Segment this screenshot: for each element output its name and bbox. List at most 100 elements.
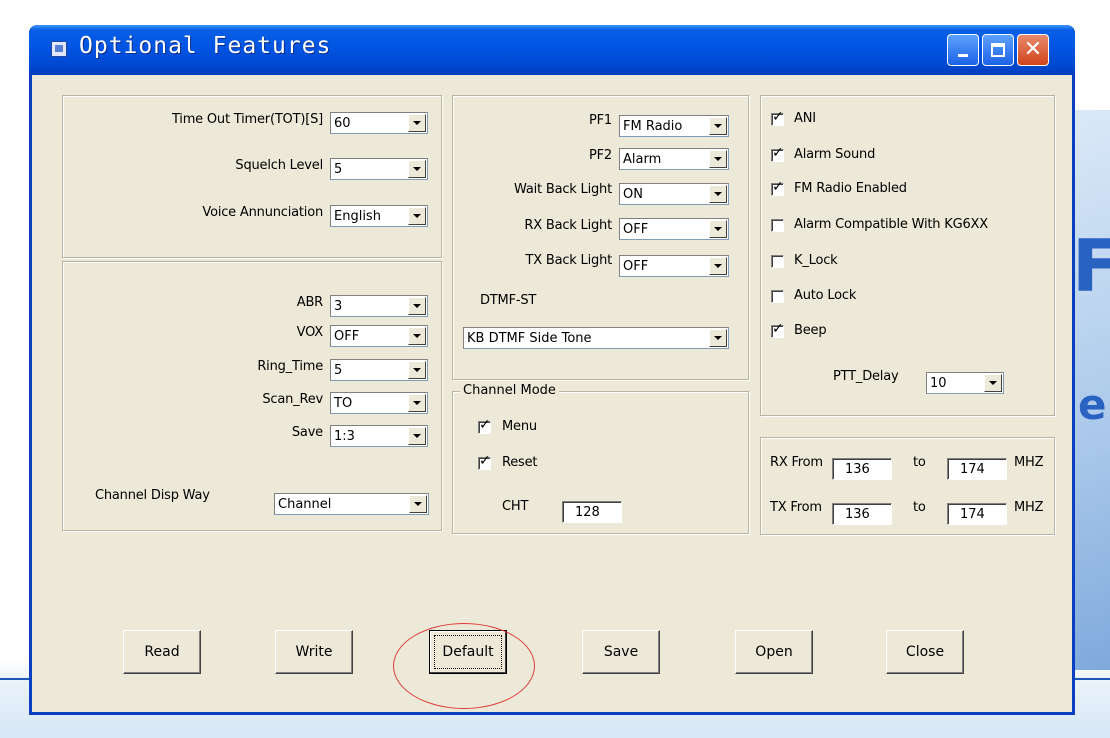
wait-backlight-select-value: ON bbox=[623, 187, 643, 202]
rx-to-input[interactable]: 174 bbox=[947, 458, 1007, 480]
menu-checkbox-label: Menu bbox=[502, 419, 537, 434]
write-button[interactable]: Write bbox=[275, 630, 353, 674]
abr-select[interactable]: 3 bbox=[330, 295, 428, 317]
cht-input-value: 128 bbox=[575, 505, 600, 520]
minimize-button[interactable] bbox=[947, 34, 979, 66]
tx-to-input[interactable]: 174 bbox=[947, 503, 1007, 525]
reset-checkbox[interactable] bbox=[478, 453, 491, 470]
maximize-icon bbox=[991, 43, 1005, 57]
save-mode-select[interactable]: 1:3 bbox=[330, 425, 428, 447]
tx-backlight-label: TX Back Light bbox=[525, 253, 612, 268]
chevron-down-icon[interactable] bbox=[709, 150, 727, 168]
maximize-button[interactable] bbox=[982, 34, 1014, 66]
window-title: Optional Features bbox=[79, 33, 332, 59]
rx-from-label: RX From bbox=[770, 455, 823, 470]
auto-lock-checkbox[interactable] bbox=[771, 290, 784, 303]
voice-select[interactable]: English bbox=[330, 205, 428, 227]
rx-backlight-label: RX Back Light bbox=[524, 218, 612, 233]
alarm-sound-checkbox[interactable] bbox=[771, 145, 784, 162]
fm-radio-enabled-checkbox[interactable] bbox=[771, 179, 784, 196]
squelch-label: Squelch Level bbox=[235, 158, 323, 173]
tx-backlight-select[interactable]: OFF bbox=[619, 255, 729, 277]
chevron-down-icon[interactable] bbox=[408, 394, 426, 412]
ptt-delay-select[interactable]: 10 bbox=[926, 372, 1004, 394]
pf2-label: PF2 bbox=[589, 148, 612, 163]
ptt-delay-label: PTT_Delay bbox=[833, 369, 899, 384]
title-bar[interactable]: Optional Features ✕ bbox=[29, 25, 1075, 75]
chevron-down-icon[interactable] bbox=[709, 220, 727, 238]
dtmf-st-select[interactable]: KB DTMF Side Tone bbox=[463, 327, 729, 349]
frequency-range-panel bbox=[760, 437, 1055, 535]
tot-select[interactable]: 60 bbox=[330, 112, 428, 134]
rx-to-label: to bbox=[913, 455, 926, 470]
tx-from-input-value: 136 bbox=[845, 507, 870, 522]
save-button[interactable]: Save bbox=[582, 630, 660, 674]
pf1-select-value: FM Radio bbox=[623, 119, 683, 134]
chevron-down-icon[interactable] bbox=[409, 495, 427, 513]
rx-backlight-select-value: OFF bbox=[623, 222, 649, 237]
rx-backlight-select[interactable]: OFF bbox=[619, 218, 729, 240]
tx-from-input[interactable]: 136 bbox=[832, 503, 892, 525]
rx-unit-label: MHZ bbox=[1014, 455, 1044, 470]
menu-checkbox[interactable] bbox=[478, 417, 491, 434]
close-window-button[interactable]: ✕ bbox=[1017, 34, 1049, 66]
chevron-down-icon[interactable] bbox=[709, 329, 727, 347]
reset-checkbox-label: Reset bbox=[502, 455, 538, 470]
alarm-compatible-checkbox-label: Alarm Compatible With KG6XX bbox=[794, 217, 988, 232]
ani-checkbox-label: ANI bbox=[794, 111, 816, 126]
k-lock-checkbox-label: K_Lock bbox=[794, 253, 838, 268]
beep-checkbox-label: Beep bbox=[794, 323, 827, 338]
ani-checkbox[interactable] bbox=[771, 109, 784, 126]
tx-backlight-select-value: OFF bbox=[623, 259, 649, 274]
ptt-delay-select-value: 10 bbox=[930, 376, 947, 391]
tx-from-label: TX From bbox=[770, 500, 822, 515]
voice-label: Voice Annunciation bbox=[202, 205, 323, 220]
abr-select-value: 3 bbox=[334, 299, 343, 314]
chevron-down-icon[interactable] bbox=[408, 160, 426, 178]
chevron-down-icon[interactable] bbox=[408, 207, 426, 225]
chevron-down-icon[interactable] bbox=[709, 117, 727, 135]
pf2-select-value: Alarm bbox=[623, 152, 662, 167]
close-icon: ✕ bbox=[1023, 37, 1043, 62]
rx-from-input[interactable]: 136 bbox=[832, 458, 892, 480]
ring-time-select-value: 5 bbox=[334, 363, 343, 378]
squelch-select[interactable]: 5 bbox=[330, 158, 428, 180]
chevron-down-icon[interactable] bbox=[709, 185, 727, 203]
tot-label: Time Out Timer(TOT)[S] bbox=[171, 112, 323, 127]
tx-unit-label: MHZ bbox=[1014, 500, 1044, 515]
ring-time-select[interactable]: 5 bbox=[330, 359, 428, 381]
optional-features-window: Optional Features ✕ Time Out Timer(TOT)[… bbox=[29, 25, 1075, 715]
k-lock-checkbox[interactable] bbox=[771, 255, 784, 268]
vox-select[interactable]: OFF bbox=[330, 325, 428, 347]
channel-disp-select-value: Channel bbox=[278, 497, 332, 512]
pf1-select[interactable]: FM Radio bbox=[619, 115, 729, 137]
open-button[interactable]: Open bbox=[735, 630, 813, 674]
vox-label: VOX bbox=[296, 325, 324, 340]
window-client-area: Time Out Timer(TOT)[S] 60 Squelch Level … bbox=[32, 75, 1072, 712]
wait-backlight-select[interactable]: ON bbox=[619, 183, 729, 205]
chevron-down-icon[interactable] bbox=[984, 374, 1002, 392]
rx-from-input-value: 136 bbox=[845, 462, 870, 477]
close-button[interactable]: Close bbox=[886, 630, 964, 674]
chevron-down-icon[interactable] bbox=[709, 257, 727, 275]
alarm-sound-checkbox-label: Alarm Sound bbox=[794, 147, 876, 162]
annotation-red-ellipse bbox=[393, 623, 535, 709]
channel-disp-select[interactable]: Channel bbox=[274, 493, 429, 515]
voice-select-value: English bbox=[334, 209, 381, 224]
chevron-down-icon[interactable] bbox=[408, 361, 426, 379]
chevron-down-icon[interactable] bbox=[408, 297, 426, 315]
scan-rev-select[interactable]: TO bbox=[330, 392, 428, 414]
alarm-compatible-checkbox[interactable] bbox=[771, 219, 784, 232]
read-button[interactable]: Read bbox=[123, 630, 201, 674]
dtmf-st-label: DTMF-ST bbox=[480, 293, 537, 308]
chevron-down-icon[interactable] bbox=[408, 427, 426, 445]
chevron-down-icon[interactable] bbox=[408, 327, 426, 345]
beep-checkbox[interactable] bbox=[771, 321, 784, 338]
tx-to-label: to bbox=[913, 500, 926, 515]
pf2-select[interactable]: Alarm bbox=[619, 148, 729, 170]
app-icon[interactable] bbox=[51, 41, 67, 57]
chevron-down-icon[interactable] bbox=[408, 114, 426, 132]
rx-to-input-value: 174 bbox=[960, 462, 985, 477]
scan-rev-label: Scan_Rev bbox=[262, 392, 323, 407]
cht-input[interactable]: 128 bbox=[562, 501, 622, 523]
